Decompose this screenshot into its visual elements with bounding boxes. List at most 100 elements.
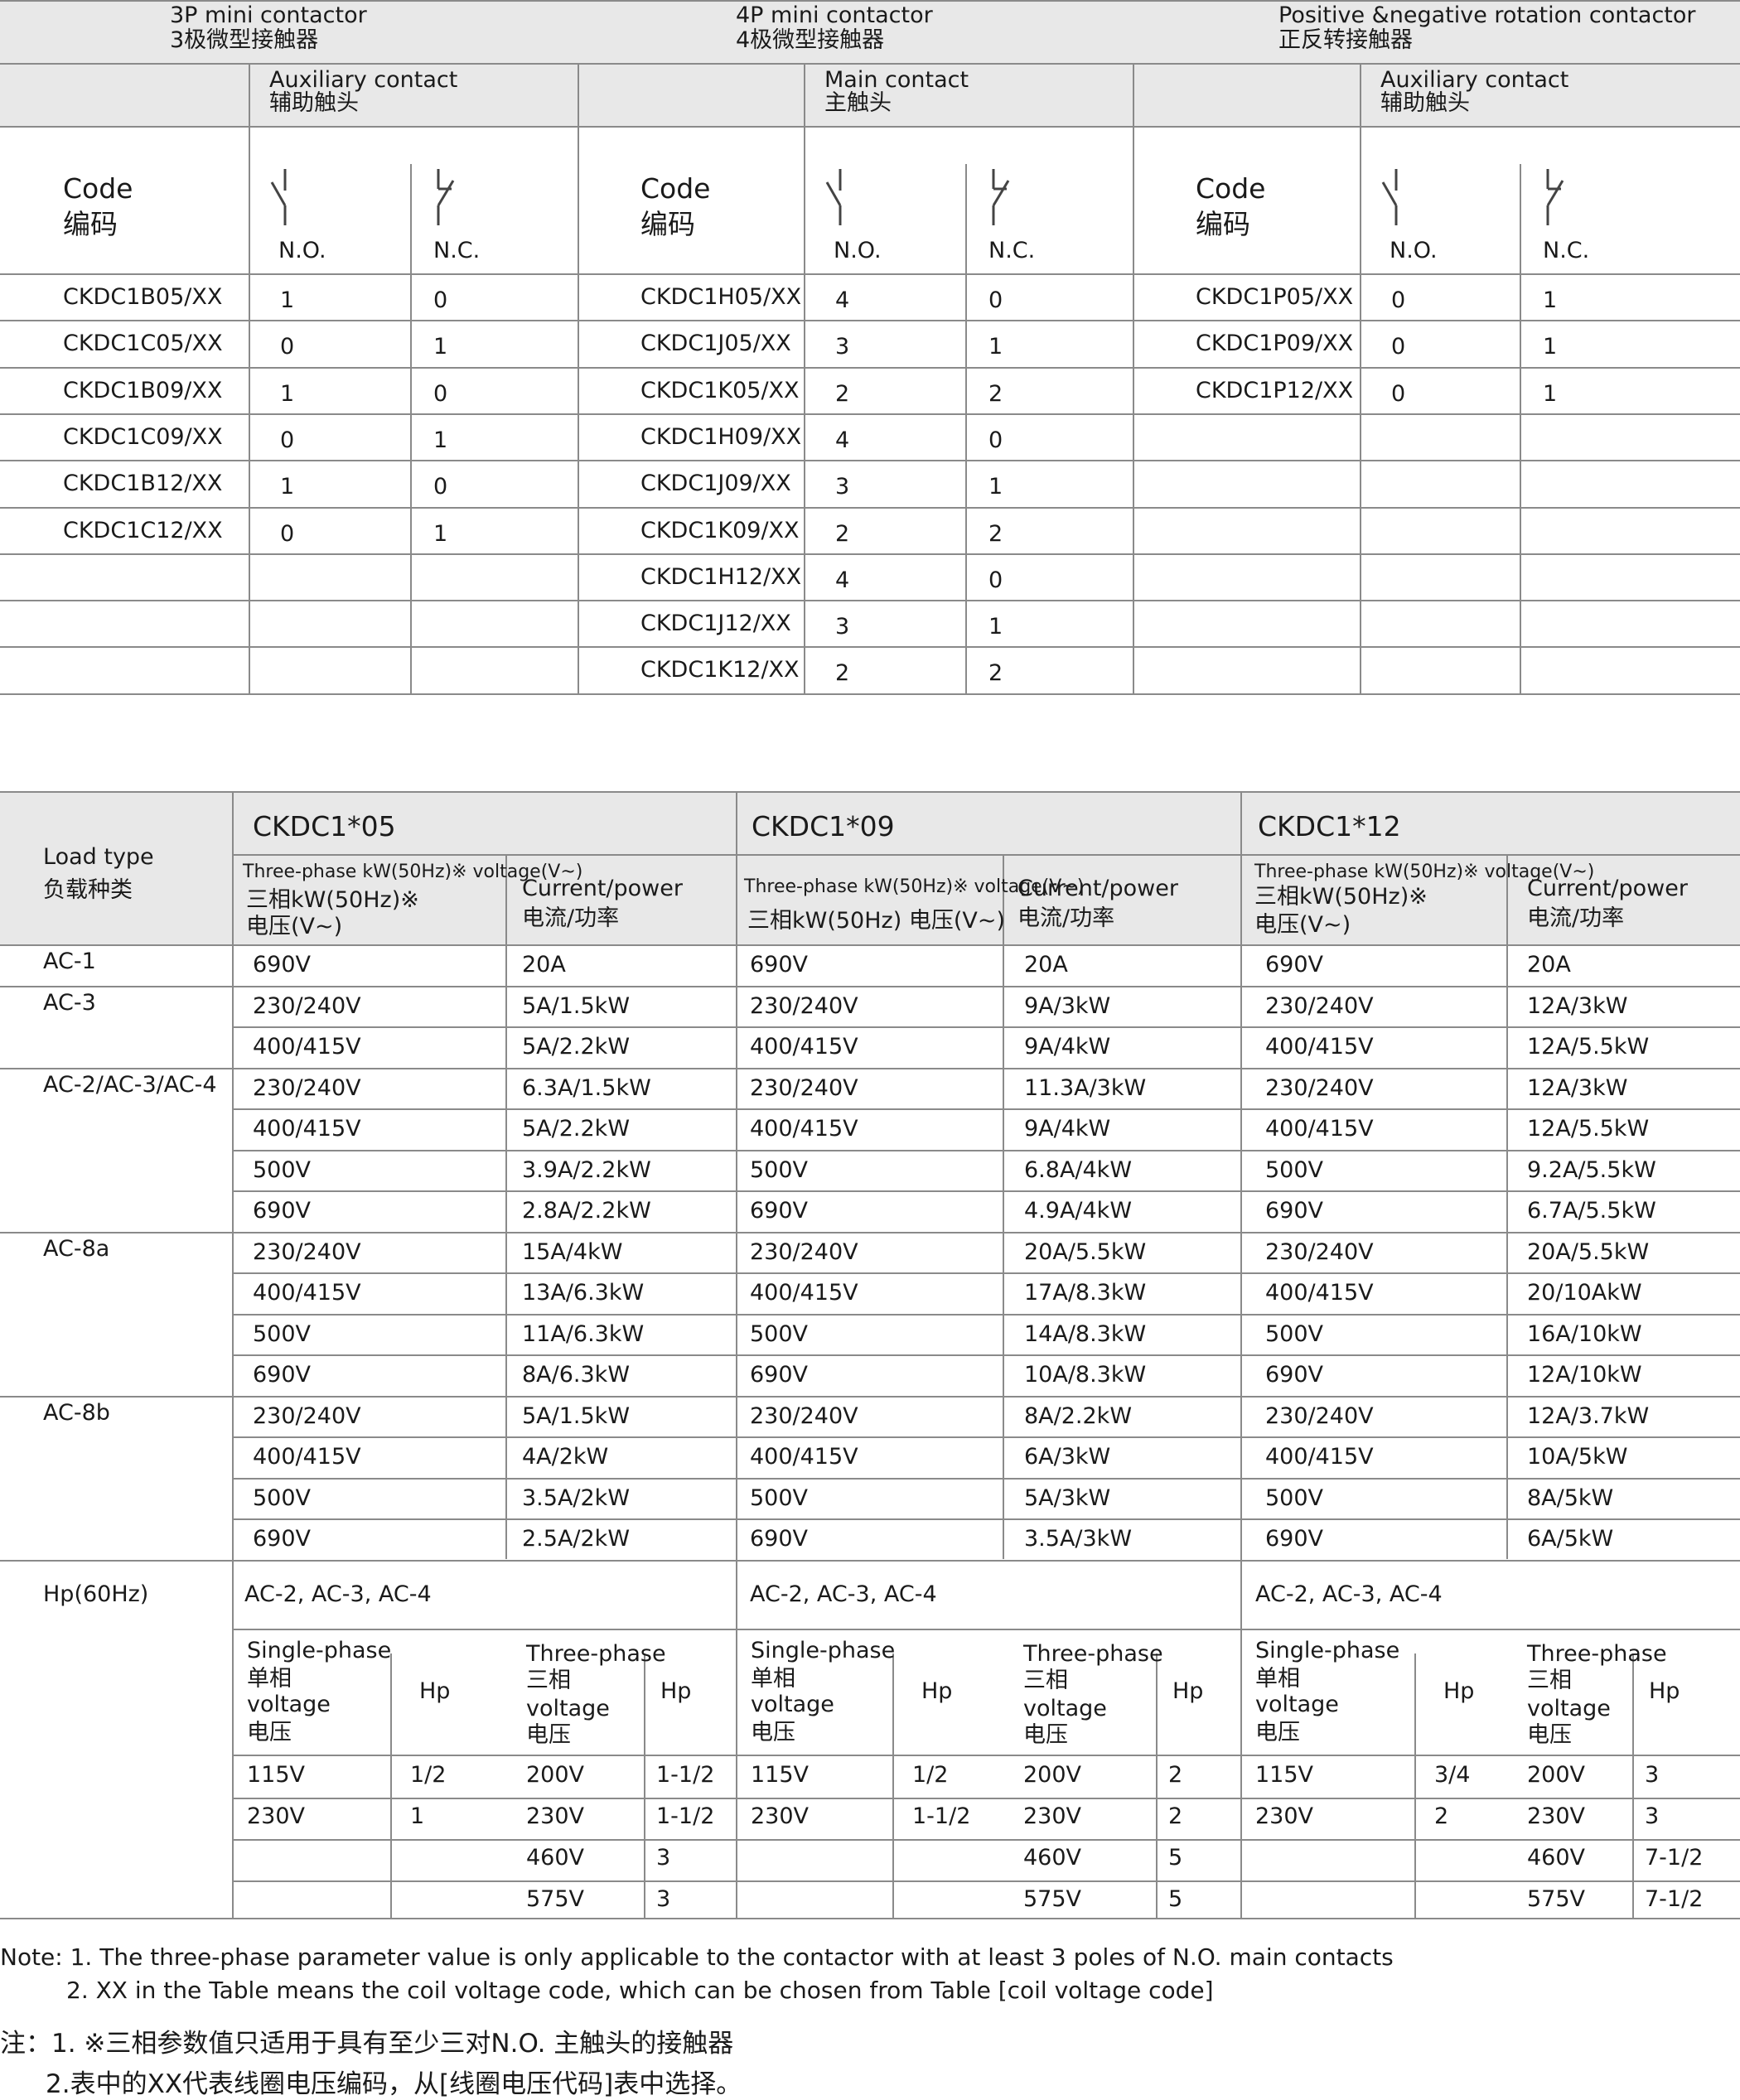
- value-cell: 400/415V: [253, 1444, 361, 1470]
- nc-count-cell: 1: [1543, 287, 1558, 313]
- no-count-cell: 1: [280, 474, 295, 500]
- normally-closed-contact-icon: [1546, 169, 1564, 225]
- no-nc-divider: [965, 164, 967, 693]
- value-cell: 500V: [750, 1157, 809, 1183]
- hp-value-cell: 3: [656, 1886, 671, 1912]
- code-header-cn: 编码: [1196, 208, 1250, 240]
- value-cell: 500V: [750, 1321, 809, 1347]
- code-header-en: Code: [640, 172, 711, 205]
- value-cell: 3.9A/2.2kW: [522, 1157, 651, 1183]
- table-row-rule: [0, 460, 1740, 461]
- value-cell: 690V: [750, 952, 809, 978]
- hp-value-cell: 3: [1645, 1803, 1660, 1829]
- value-cell: 230/240V: [253, 1403, 361, 1429]
- value-cell: 690V: [1265, 1526, 1324, 1552]
- note-line: 2. XX in the Table means the coil voltag…: [66, 1977, 1214, 2004]
- table-row-rule: [232, 1108, 1740, 1110]
- current-header-en: Current/power: [1527, 876, 1688, 901]
- value-divider: [1003, 854, 1004, 1559]
- model-header: CKDC1*05: [253, 810, 396, 842]
- group-title-cn: 3极微型接触器: [170, 27, 319, 53]
- code-cell: CKDC1H09/XX: [640, 424, 802, 450]
- nc-count-cell: 1: [1543, 334, 1558, 360]
- nc-label: N.C.: [433, 238, 481, 263]
- value-cell: 400/415V: [253, 1116, 361, 1142]
- table-row-rule: [232, 1272, 1740, 1274]
- value-cell: 230/240V: [253, 993, 361, 1019]
- three-phase-cn: 三相: [526, 1668, 571, 1693]
- normally-closed-contact-icon: [437, 169, 455, 225]
- value-cell: 12A/5.5kW: [1527, 1034, 1650, 1060]
- hp-value-cell: 1-1/2: [656, 1762, 715, 1788]
- single-phase-cn: 单相: [1255, 1666, 1300, 1692]
- group-title-cn: 正反转接触器: [1278, 27, 1413, 53]
- value-cell: 8A/6.3kW: [522, 1362, 631, 1388]
- voltage-label-cn: 电压: [526, 1722, 571, 1748]
- current-header-en: Current/power: [522, 876, 683, 901]
- group-title-en: 3P mini contactor: [170, 2, 367, 28]
- value-cell: 20A: [522, 952, 566, 978]
- value-cell: 690V: [253, 952, 312, 978]
- no-count-cell: 4: [835, 427, 850, 453]
- table1-contact-rule: [0, 126, 1740, 128]
- value-cell: 500V: [253, 1321, 312, 1347]
- value-cell: 400/415V: [1265, 1280, 1374, 1306]
- hp-value-cell: 1-1/2: [912, 1803, 971, 1829]
- value-cell: 3.5A/2kW: [522, 1485, 631, 1511]
- contact-type-cn: 辅助触头: [1380, 90, 1470, 116]
- value-cell: 500V: [1265, 1321, 1324, 1347]
- single-phase-cn: 单相: [247, 1666, 292, 1692]
- voltage-label-cn: 电压: [247, 1720, 292, 1745]
- value-cell: 9A/3kW: [1024, 993, 1111, 1019]
- value-cell: 20A: [1527, 952, 1571, 978]
- code-cell: CKDC1P09/XX: [1196, 331, 1354, 356]
- single-phase-en: Single-phase: [751, 1638, 896, 1663]
- table-row-rule: [232, 1436, 1740, 1438]
- value-cell: 690V: [253, 1362, 312, 1388]
- single-phase-en: Single-phase: [1255, 1638, 1400, 1663]
- nc-count-cell: 1: [988, 614, 1003, 640]
- value-cell: 230/240V: [1265, 1403, 1374, 1429]
- nc-count-cell: 1: [433, 521, 448, 547]
- value-cell: 5A/3kW: [1024, 1485, 1111, 1511]
- hp-voltage-cell: 230V: [526, 1803, 585, 1829]
- table-row-rule: [0, 646, 1740, 648]
- value-divider: [505, 854, 507, 1559]
- code-cell: CKDC1C05/XX: [63, 331, 223, 356]
- value-cell: 10A/5kW: [1527, 1444, 1628, 1470]
- value-cell: 17A/8.3kW: [1024, 1280, 1147, 1306]
- table1-head-rule: [0, 273, 1740, 275]
- hp-value-cell: 2: [1434, 1803, 1449, 1829]
- hp-divider: [1414, 1653, 1416, 1918]
- table-row-rule: [232, 1314, 1740, 1316]
- nc-count-cell: 1: [988, 334, 1003, 360]
- current-header-en: Current/power: [1017, 876, 1178, 901]
- table-row-rule: [0, 1232, 1740, 1233]
- value-cell: 6A/5kW: [1527, 1526, 1614, 1552]
- value-cell: 690V: [1265, 1362, 1324, 1388]
- group-title-en: 4P mini contactor: [736, 2, 933, 28]
- contact-type-en: Main contact: [824, 67, 969, 93]
- hp-head-rule: [232, 1755, 1740, 1756]
- nc-count-cell: 0: [433, 474, 448, 500]
- value-cell: 500V: [253, 1485, 312, 1511]
- value-cell: 13A/6.3kW: [522, 1280, 645, 1306]
- value-cell: 230/240V: [1265, 1239, 1374, 1265]
- table-row-rule: [232, 1150, 1740, 1151]
- value-cell: 690V: [750, 1362, 809, 1388]
- voltage-label-en: voltage: [1255, 1692, 1339, 1717]
- hp-value-cell: 5: [1168, 1886, 1183, 1912]
- no-label: N.O.: [834, 238, 882, 263]
- hp-category: AC-2, AC-3, AC-4: [750, 1581, 937, 1607]
- value-cell: 500V: [253, 1157, 312, 1183]
- hp-voltage-cell: 230V: [1255, 1803, 1314, 1829]
- hp-divider: [1156, 1653, 1158, 1918]
- load-type-label: AC-2/AC-3/AC-4: [43, 1072, 217, 1098]
- value-cell: 11.3A/3kW: [1024, 1075, 1147, 1101]
- hp-divider: [644, 1653, 645, 1918]
- value-cell: 500V: [750, 1485, 809, 1511]
- hp-voltage-cell: 460V: [1023, 1845, 1082, 1871]
- table-row-rule: [232, 1190, 1740, 1192]
- value-cell: 230/240V: [1265, 993, 1374, 1019]
- value-cell: 230/240V: [1265, 1075, 1374, 1101]
